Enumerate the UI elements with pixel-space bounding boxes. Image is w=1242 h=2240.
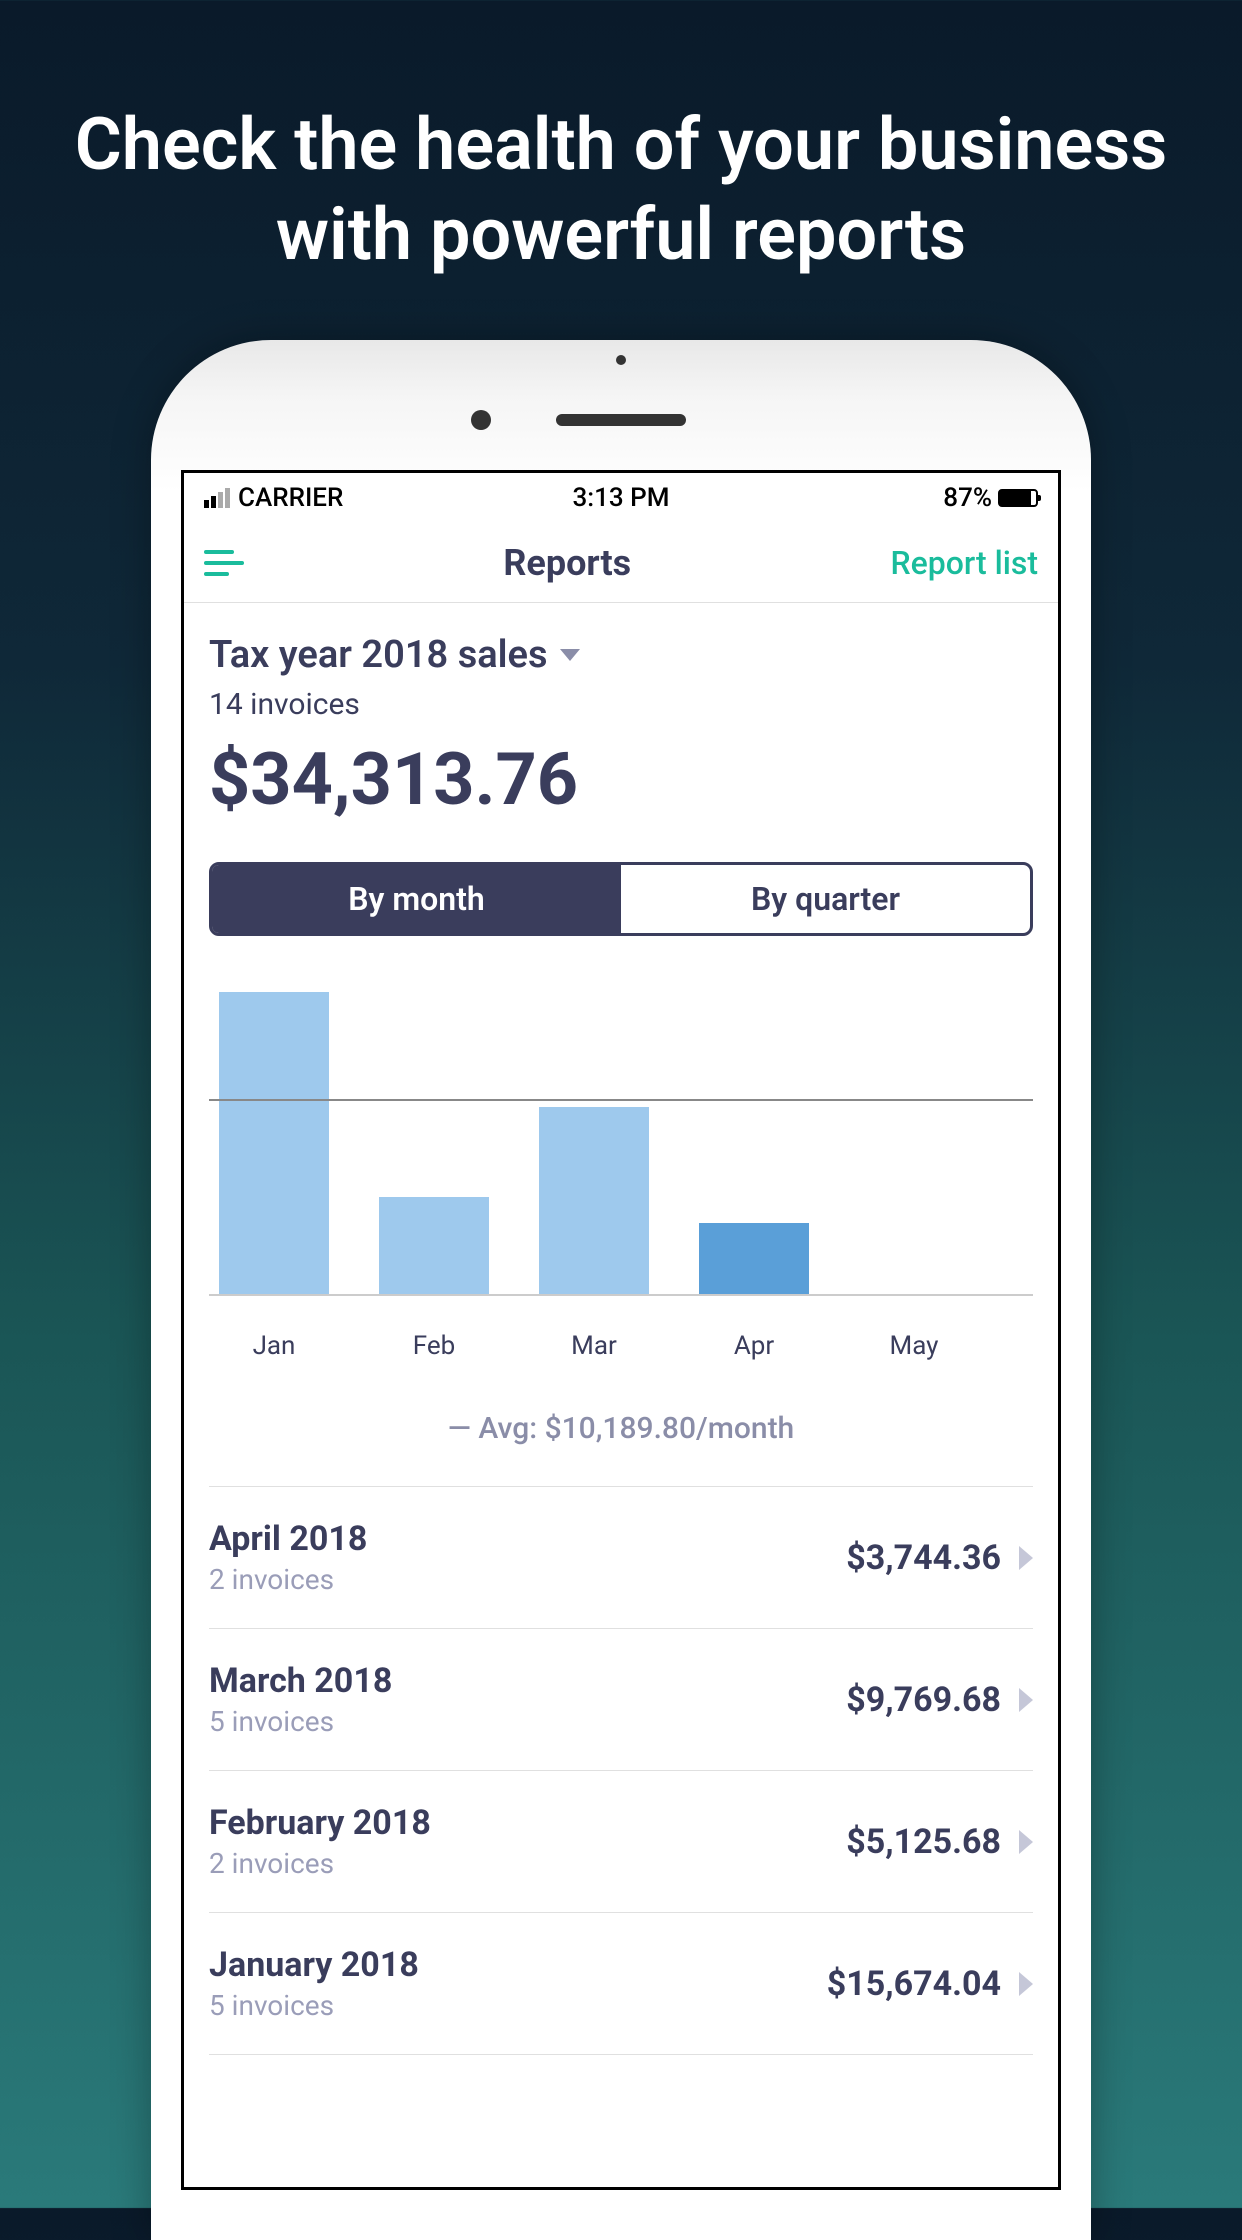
row-invoice-count: 2 invoices xyxy=(209,1563,846,1596)
chevron-right-icon xyxy=(1019,1688,1033,1712)
chart-x-label: Jan xyxy=(219,1331,329,1361)
chevron-right-icon xyxy=(1019,1972,1033,1996)
signal-icon xyxy=(204,488,230,508)
chevron-right-icon xyxy=(1019,1830,1033,1854)
segment-by-month[interactable]: By month xyxy=(212,865,621,933)
status-time: 3:13 PM xyxy=(482,483,760,513)
chart-bar[interactable] xyxy=(539,1107,649,1296)
row-invoice-count: 2 invoices xyxy=(209,1847,846,1880)
page-title: Reports xyxy=(244,542,890,584)
row-amount: $5,125.68 xyxy=(846,1822,1001,1862)
chart-gridline xyxy=(209,1099,1033,1101)
chevron-down-icon xyxy=(560,649,580,661)
list-item[interactable]: April 2018 2 invoices$3,744.36 xyxy=(209,1486,1033,1629)
chart-bar[interactable] xyxy=(219,992,329,1296)
phone-frame: CARRIER 3:13 PM 87% Reports Report list … xyxy=(151,340,1091,2240)
row-amount: $9,769.68 xyxy=(846,1680,1001,1720)
menu-icon[interactable] xyxy=(204,550,244,576)
list-item[interactable]: March 2018 5 invoices$9,769.68 xyxy=(209,1629,1033,1771)
row-invoice-count: 5 invoices xyxy=(209,1989,827,2022)
phone-bezel-top xyxy=(181,370,1061,470)
row-month-label: February 2018 xyxy=(209,1803,846,1843)
battery-percent: 87% xyxy=(943,483,992,513)
view-segment-control: By month By quarter xyxy=(209,862,1033,936)
report-list-button[interactable]: Report list xyxy=(890,544,1038,582)
monthly-list: April 20182 invoices$3,744.36March 20185… xyxy=(209,1486,1033,2055)
row-month-label: January 2018 xyxy=(209,1945,827,1985)
chevron-right-icon xyxy=(1019,1546,1033,1570)
chart-x-label: Apr xyxy=(699,1331,809,1361)
total-amount: $34,313.76 xyxy=(209,737,1033,822)
chart-bar[interactable] xyxy=(379,1197,489,1296)
content-area: Tax year 2018 sales 14 invoices $34,313.… xyxy=(184,603,1058,2085)
invoice-count: 14 invoices xyxy=(209,687,1033,722)
sales-bar-chart[interactable] xyxy=(209,986,1033,1296)
list-item[interactable]: February 2018 2 invoices$5,125.68 xyxy=(209,1771,1033,1913)
chart-x-label: May xyxy=(859,1331,969,1361)
row-amount: $15,674.04 xyxy=(827,1964,1001,2004)
row-month-label: April 2018 xyxy=(209,1519,846,1559)
status-bar: CARRIER 3:13 PM 87% xyxy=(184,473,1058,523)
nav-bar: Reports Report list xyxy=(184,523,1058,603)
list-item[interactable]: January 2018 5 invoices$15,674.04 xyxy=(209,1913,1033,2055)
row-month-label: March 2018 xyxy=(209,1661,846,1701)
row-amount: $3,744.36 xyxy=(846,1538,1001,1578)
battery-icon xyxy=(998,489,1038,507)
carrier-label: CARRIER xyxy=(238,483,343,513)
chart-baseline xyxy=(209,1294,1033,1296)
segment-by-quarter[interactable]: By quarter xyxy=(621,865,1030,933)
report-selector-label: Tax year 2018 sales xyxy=(209,633,548,677)
chart-x-label: Feb xyxy=(379,1331,489,1361)
report-selector[interactable]: Tax year 2018 sales xyxy=(209,633,1033,677)
chart-x-label: Mar xyxy=(539,1331,649,1361)
app-screen: CARRIER 3:13 PM 87% Reports Report list … xyxy=(181,470,1061,2190)
chart-bar[interactable] xyxy=(699,1223,809,1296)
promo-headline: Check the health of your business with p… xyxy=(0,0,1242,340)
row-invoice-count: 5 invoices xyxy=(209,1705,846,1738)
chart-average-label: — Avg: $10,189.80/month xyxy=(209,1411,1033,1446)
